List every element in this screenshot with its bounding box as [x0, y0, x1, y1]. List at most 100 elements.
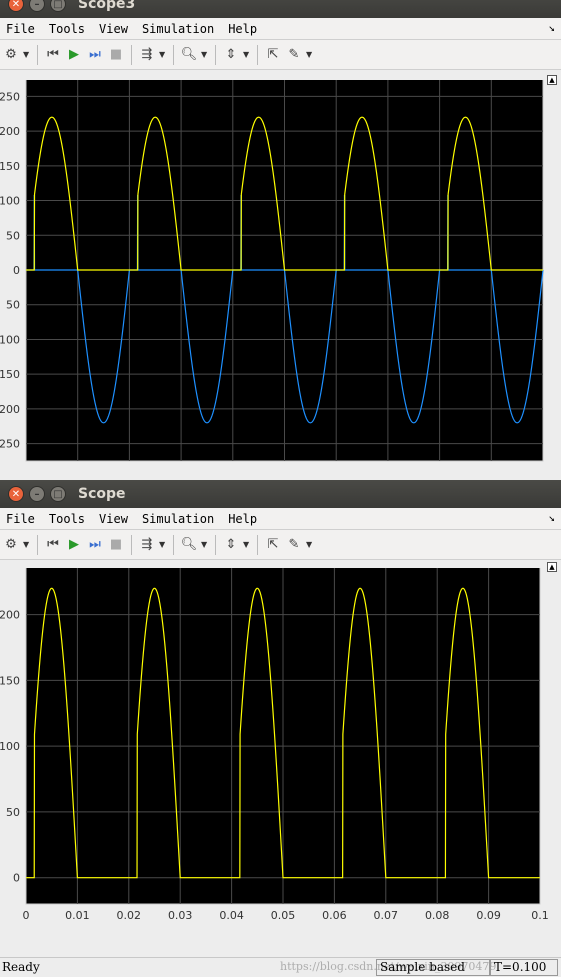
menu-simulation[interactable]: Simulation [142, 22, 214, 36]
title-bar: ✕ – □ Scope3 [0, 0, 561, 18]
y-tick-label: 50 [6, 806, 20, 819]
menu-tools[interactable]: Tools [49, 512, 85, 526]
y-tick-label: 150 [0, 674, 20, 687]
close-icon[interactable]: ✕ [8, 486, 24, 502]
scope3-window: ✕ – □ Scope3 File Tools View Simulation … [0, 0, 561, 480]
chevron-down-icon[interactable]: ▼ [306, 540, 314, 549]
y-tick-label: 150 [0, 368, 20, 381]
chevron-down-icon[interactable]: ▼ [159, 50, 167, 59]
menu-file[interactable]: File [6, 22, 35, 36]
window-title: Scope [78, 486, 126, 502]
toolbar: ⚙ ▼ ⏮ ▶ ⏭ ■ ⇶ ▼ 🔍︎ ▼ ⇕ ▼ ⇱ ✎ ▼ [0, 40, 561, 70]
x-tick-label: 0.04 [219, 909, 244, 922]
y-tick-label: 200 [0, 125, 20, 138]
x-tick-label: 0.05 [271, 909, 296, 922]
status-sample-mode: Sample based [376, 959, 490, 976]
edit-icon[interactable]: ✎ [285, 536, 303, 554]
autoscale-icon[interactable]: ⇕ [222, 536, 240, 554]
step-back-icon[interactable]: ⏮ [44, 536, 62, 554]
menu-overflow-icon[interactable]: ↘ [548, 21, 555, 34]
toolbar-separator [131, 44, 132, 65]
toolbar-separator [173, 534, 174, 555]
menu-bar: File Tools View Simulation Help ↘ [0, 508, 561, 530]
autoscale-icon[interactable]: ⇕ [222, 46, 240, 64]
gear-icon[interactable]: ⚙ [2, 46, 20, 64]
y-tick-label: 100 [0, 740, 20, 753]
toolbar-separator [173, 44, 174, 65]
run-icon[interactable]: ▶ [65, 536, 83, 554]
cursor-icon[interactable]: ⇱ [264, 46, 282, 64]
menu-tools[interactable]: Tools [49, 22, 85, 36]
run-icon[interactable]: ▶ [65, 46, 83, 64]
minimize-icon[interactable]: – [29, 486, 45, 502]
zoom-icon[interactable]: 🔍︎ [180, 46, 198, 64]
status-time: T=0.100 [490, 959, 558, 976]
chevron-down-icon[interactable]: ▼ [201, 50, 209, 59]
title-bar: ✕ – □ Scope [0, 480, 561, 508]
menu-view[interactable]: View [99, 512, 128, 526]
y-tick-label: 250 [0, 90, 20, 103]
maximize-icon[interactable]: □ [50, 486, 66, 502]
toolbar-separator [257, 44, 258, 65]
y-tick-label: 50 [6, 229, 20, 242]
chevron-down-icon[interactable]: ▼ [243, 540, 251, 549]
chevron-down-icon[interactable]: ▼ [159, 540, 167, 549]
scope-plot[interactable]: 200 150 100 50 0 0 0.01 0.02 0.03 0.04 0.05 0.06 0.0… [0, 568, 561, 965]
toolbar: ⚙ ▼ ⏮ ▶ ⏭ ■ ⇶ ▼ 🔍︎ ▼ ⇕ ▼ ⇱ ✎ ▼ [0, 530, 561, 560]
chevron-down-icon[interactable]: ▼ [23, 540, 31, 549]
stop-icon[interactable]: ■ [107, 46, 125, 64]
status-bar: Ready https://blog.csdn.net/weixin_30970… [0, 957, 561, 977]
menu-view[interactable]: View [99, 22, 128, 36]
edit-icon[interactable]: ✎ [285, 46, 303, 64]
zoom-icon[interactable]: 🔍︎ [180, 536, 198, 554]
chevron-down-icon[interactable]: ▼ [23, 50, 31, 59]
maximize-icon[interactable]: □ [50, 0, 66, 12]
y-tick-label: 0 [13, 872, 20, 885]
minimize-icon[interactable]: – [29, 0, 45, 12]
x-tick-label: 0 [23, 909, 30, 922]
highlight-icon[interactable]: ⇶ [138, 46, 156, 64]
chevron-down-icon[interactable]: ▼ [201, 540, 209, 549]
y-tick-label: 150 [0, 160, 20, 173]
scope3-plot[interactable]: 250 200 150 100 50 0 50 100 150 200 250 [0, 80, 561, 480]
y-tick-label: 200 [0, 609, 20, 622]
toolbar-separator [215, 44, 216, 65]
cursor-icon[interactable]: ⇱ [264, 536, 282, 554]
y-tick-label: 250 [0, 438, 20, 451]
toolbar-separator [37, 534, 38, 555]
y-tick-label: 50 [6, 299, 20, 312]
toolbar-separator [131, 534, 132, 555]
y-tick-label: 100 [0, 195, 20, 208]
status-ready: Ready [2, 960, 40, 974]
y-tick-label: 100 [0, 333, 20, 346]
x-tick-label: 0.07 [374, 909, 399, 922]
menu-help[interactable]: Help [228, 512, 257, 526]
chevron-down-icon[interactable]: ▼ [306, 50, 314, 59]
menu-simulation[interactable]: Simulation [142, 512, 214, 526]
step-forward-icon[interactable]: ⏭ [86, 46, 104, 64]
x-tick-label: 0.06 [322, 909, 347, 922]
menu-help[interactable]: Help [228, 22, 257, 36]
stop-icon[interactable]: ■ [107, 536, 125, 554]
scope-window: ✕ – □ Scope File Tools View Simulation H… [0, 480, 561, 977]
y-tick-label: 0 [13, 264, 20, 277]
x-tick-label: 0.1 [531, 909, 549, 922]
toolbar-separator [37, 44, 38, 65]
step-forward-icon[interactable]: ⏭ [86, 536, 104, 554]
close-icon[interactable]: ✕ [8, 0, 24, 12]
highlight-icon[interactable]: ⇶ [138, 536, 156, 554]
toolbar-separator [215, 534, 216, 555]
x-tick-label: 0.02 [117, 909, 142, 922]
x-tick-label: 0.08 [425, 909, 450, 922]
chevron-down-icon[interactable]: ▼ [243, 50, 251, 59]
x-tick-label: 0.01 [65, 909, 90, 922]
menu-overflow-icon[interactable]: ↘ [548, 511, 555, 524]
x-tick-label: 0.03 [168, 909, 193, 922]
menu-file[interactable]: File [6, 512, 35, 526]
window-title: Scope3 [78, 0, 136, 12]
step-back-icon[interactable]: ⏮ [44, 46, 62, 64]
menu-bar: File Tools View Simulation Help ↘ [0, 18, 561, 40]
gear-icon[interactable]: ⚙ [2, 536, 20, 554]
x-tick-label: 0.09 [476, 909, 501, 922]
y-tick-label: 200 [0, 403, 20, 416]
